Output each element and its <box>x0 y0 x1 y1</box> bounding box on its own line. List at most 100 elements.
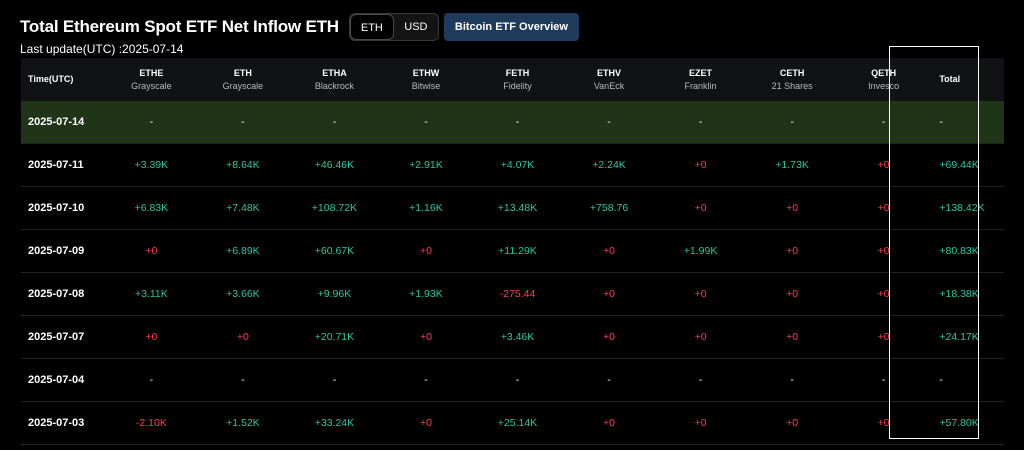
table-row: 2025-07-14 - - - - - - - - - - <box>21 101 1004 144</box>
flow-value: +0 <box>877 245 890 257</box>
flow-value: +0 <box>877 417 890 429</box>
flow-value: - <box>515 374 520 386</box>
flow-value: +108.72K <box>311 202 358 214</box>
flow-value: +6.89K <box>226 245 260 257</box>
flow-value: +0 <box>603 245 616 257</box>
table-row: 2025-07-10 +6.83K +7.48K +108.72K +1.16K +13.… <box>21 187 1004 230</box>
flow-value: +3.66K <box>226 288 260 300</box>
table-row: 2025-07-07 +0 +0 +20.71K +0 +3.46K +0 +0 +0 +0 +24… <box>21 316 1004 359</box>
flow-value: +9.96K <box>317 288 352 300</box>
flow-value: -275.44 <box>499 288 536 300</box>
flow-value: +3.46K <box>500 331 535 343</box>
column-header[interactable]: ETHV VanEck <box>563 67 655 93</box>
flow-value: +1.16K <box>409 202 443 214</box>
flow-value: -2.10K <box>135 417 167 429</box>
row-total: - <box>939 374 943 386</box>
row-date: 2025-07-09 <box>28 245 85 257</box>
column-header[interactable]: EZET Franklin <box>655 67 747 93</box>
flow-value: +7.48K <box>226 202 260 214</box>
flow-value: +2.91K <box>409 159 443 171</box>
row-date: 2025-07-04 <box>28 374 85 386</box>
row-date: 2025-07-03 <box>28 417 85 429</box>
flow-value: - <box>607 116 611 128</box>
row-date: 2025-07-07 <box>28 331 85 343</box>
column-header[interactable]: ETHE Grayscale <box>106 67 198 93</box>
flow-value: +3.11K <box>134 288 168 300</box>
header: Total Ethereum Spot ETF Net Inflow ETH E… <box>20 13 579 41</box>
flow-value: +0 <box>603 288 616 300</box>
flow-value: +0 <box>786 417 799 429</box>
flow-value: +0 <box>694 159 707 171</box>
bitcoin-etf-overview-button[interactable]: Bitcoin ETF Overview <box>443 13 579 41</box>
flow-value: +60.67K <box>314 245 355 257</box>
flow-value: - <box>698 116 703 128</box>
flow-value: +0 <box>786 288 799 300</box>
flow-value: - <box>790 116 794 128</box>
row-total: +18.38K <box>939 288 979 300</box>
flow-value: +0 <box>786 331 799 343</box>
unit-eth-button[interactable]: ETH <box>349 14 394 40</box>
flow-value: +0 <box>145 245 158 257</box>
flow-value: +1.93K <box>409 288 443 300</box>
flow-value: +8.64K <box>226 159 260 171</box>
flow-value: +0 <box>694 202 707 214</box>
flow-value: +25.14K <box>497 417 538 429</box>
flow-value: - <box>881 374 886 386</box>
flow-value: +0 <box>694 417 707 429</box>
flow-value: - <box>607 374 611 386</box>
flow-value: +0 <box>419 331 432 343</box>
column-header[interactable]: QETH Invesco <box>838 67 930 93</box>
unit-usd-button[interactable]: USD <box>394 14 438 40</box>
flow-value: - <box>424 374 428 386</box>
flow-value: - <box>241 374 245 386</box>
column-header[interactable]: ETHW Bitwise <box>380 67 472 93</box>
flow-value: +0 <box>786 202 799 214</box>
flow-value: +33.24K <box>314 417 355 429</box>
row-total: - <box>939 116 943 128</box>
flow-value: +0 <box>694 288 707 300</box>
row-total: +80.83K <box>939 245 979 257</box>
flow-value: +6.83K <box>134 202 169 214</box>
flow-value: +0 <box>877 202 890 214</box>
row-total: +24.17K <box>939 331 979 343</box>
page-title: Total Ethereum Spot ETF Net Inflow ETH <box>20 17 339 36</box>
flow-value: - <box>515 116 520 128</box>
last-update: Last update(UTC) :2025-07-14 <box>20 42 184 56</box>
table-row: 2025-07-09 +0 +6.89K +60.67K +0 +11.29K +0 +1.9… <box>21 230 1004 273</box>
flow-value: +1.73K <box>775 159 809 171</box>
time-column-header[interactable]: Time(UTC) <box>21 73 106 86</box>
row-date: 2025-07-10 <box>28 202 85 214</box>
flow-value: +20.71K <box>314 331 355 343</box>
row-date: 2025-07-11 <box>28 159 84 171</box>
flow-value: +758.76 <box>589 202 629 214</box>
flow-value: +0 <box>145 331 158 343</box>
flow-value: +0 <box>419 417 432 429</box>
row-total: +138.42K <box>939 202 985 214</box>
unit-toggle[interactable]: ETH USD <box>348 13 439 41</box>
flow-value: +1.52K <box>226 417 260 429</box>
table-row: 2025-07-08 +3.11K +3.66K +9.96K +1.93K -275.4… <box>21 273 1004 316</box>
flow-value: +1.99K <box>683 245 718 257</box>
row-date: 2025-07-08 <box>28 288 85 300</box>
flow-value: +0 <box>603 417 616 429</box>
column-header[interactable]: ETH Grayscale <box>197 67 289 93</box>
flow-value: +0 <box>236 331 249 343</box>
table-row: 2025-07-03 -2.10K +1.52K +33.24K +0 +25.14K +0… <box>21 402 1004 445</box>
row-date: 2025-07-14 <box>28 116 85 128</box>
column-header[interactable]: CETH 21 Shares <box>746 67 838 93</box>
flow-value: +0 <box>694 331 707 343</box>
table-body: 2025-07-14 - - - - - - - - - - 2025-07-11 +3.39K +8.6… <box>21 101 1004 445</box>
flow-value: +0 <box>786 245 799 257</box>
flow-value: +0 <box>419 245 432 257</box>
flow-value: +0 <box>877 159 890 171</box>
column-header[interactable]: ETHA Blackrock <box>289 67 381 93</box>
flow-value: +13.48K <box>497 202 538 214</box>
flow-value: - <box>698 374 703 386</box>
flow-value: +2.24K <box>592 159 626 171</box>
row-total: +69.44K <box>939 159 979 171</box>
flow-value: - <box>149 374 154 386</box>
total-column-header[interactable]: Total <box>939 73 1004 86</box>
flow-value: +3.39K <box>134 159 169 171</box>
flow-value: - <box>332 374 337 386</box>
column-header[interactable]: FETH Fidelity <box>472 67 564 93</box>
